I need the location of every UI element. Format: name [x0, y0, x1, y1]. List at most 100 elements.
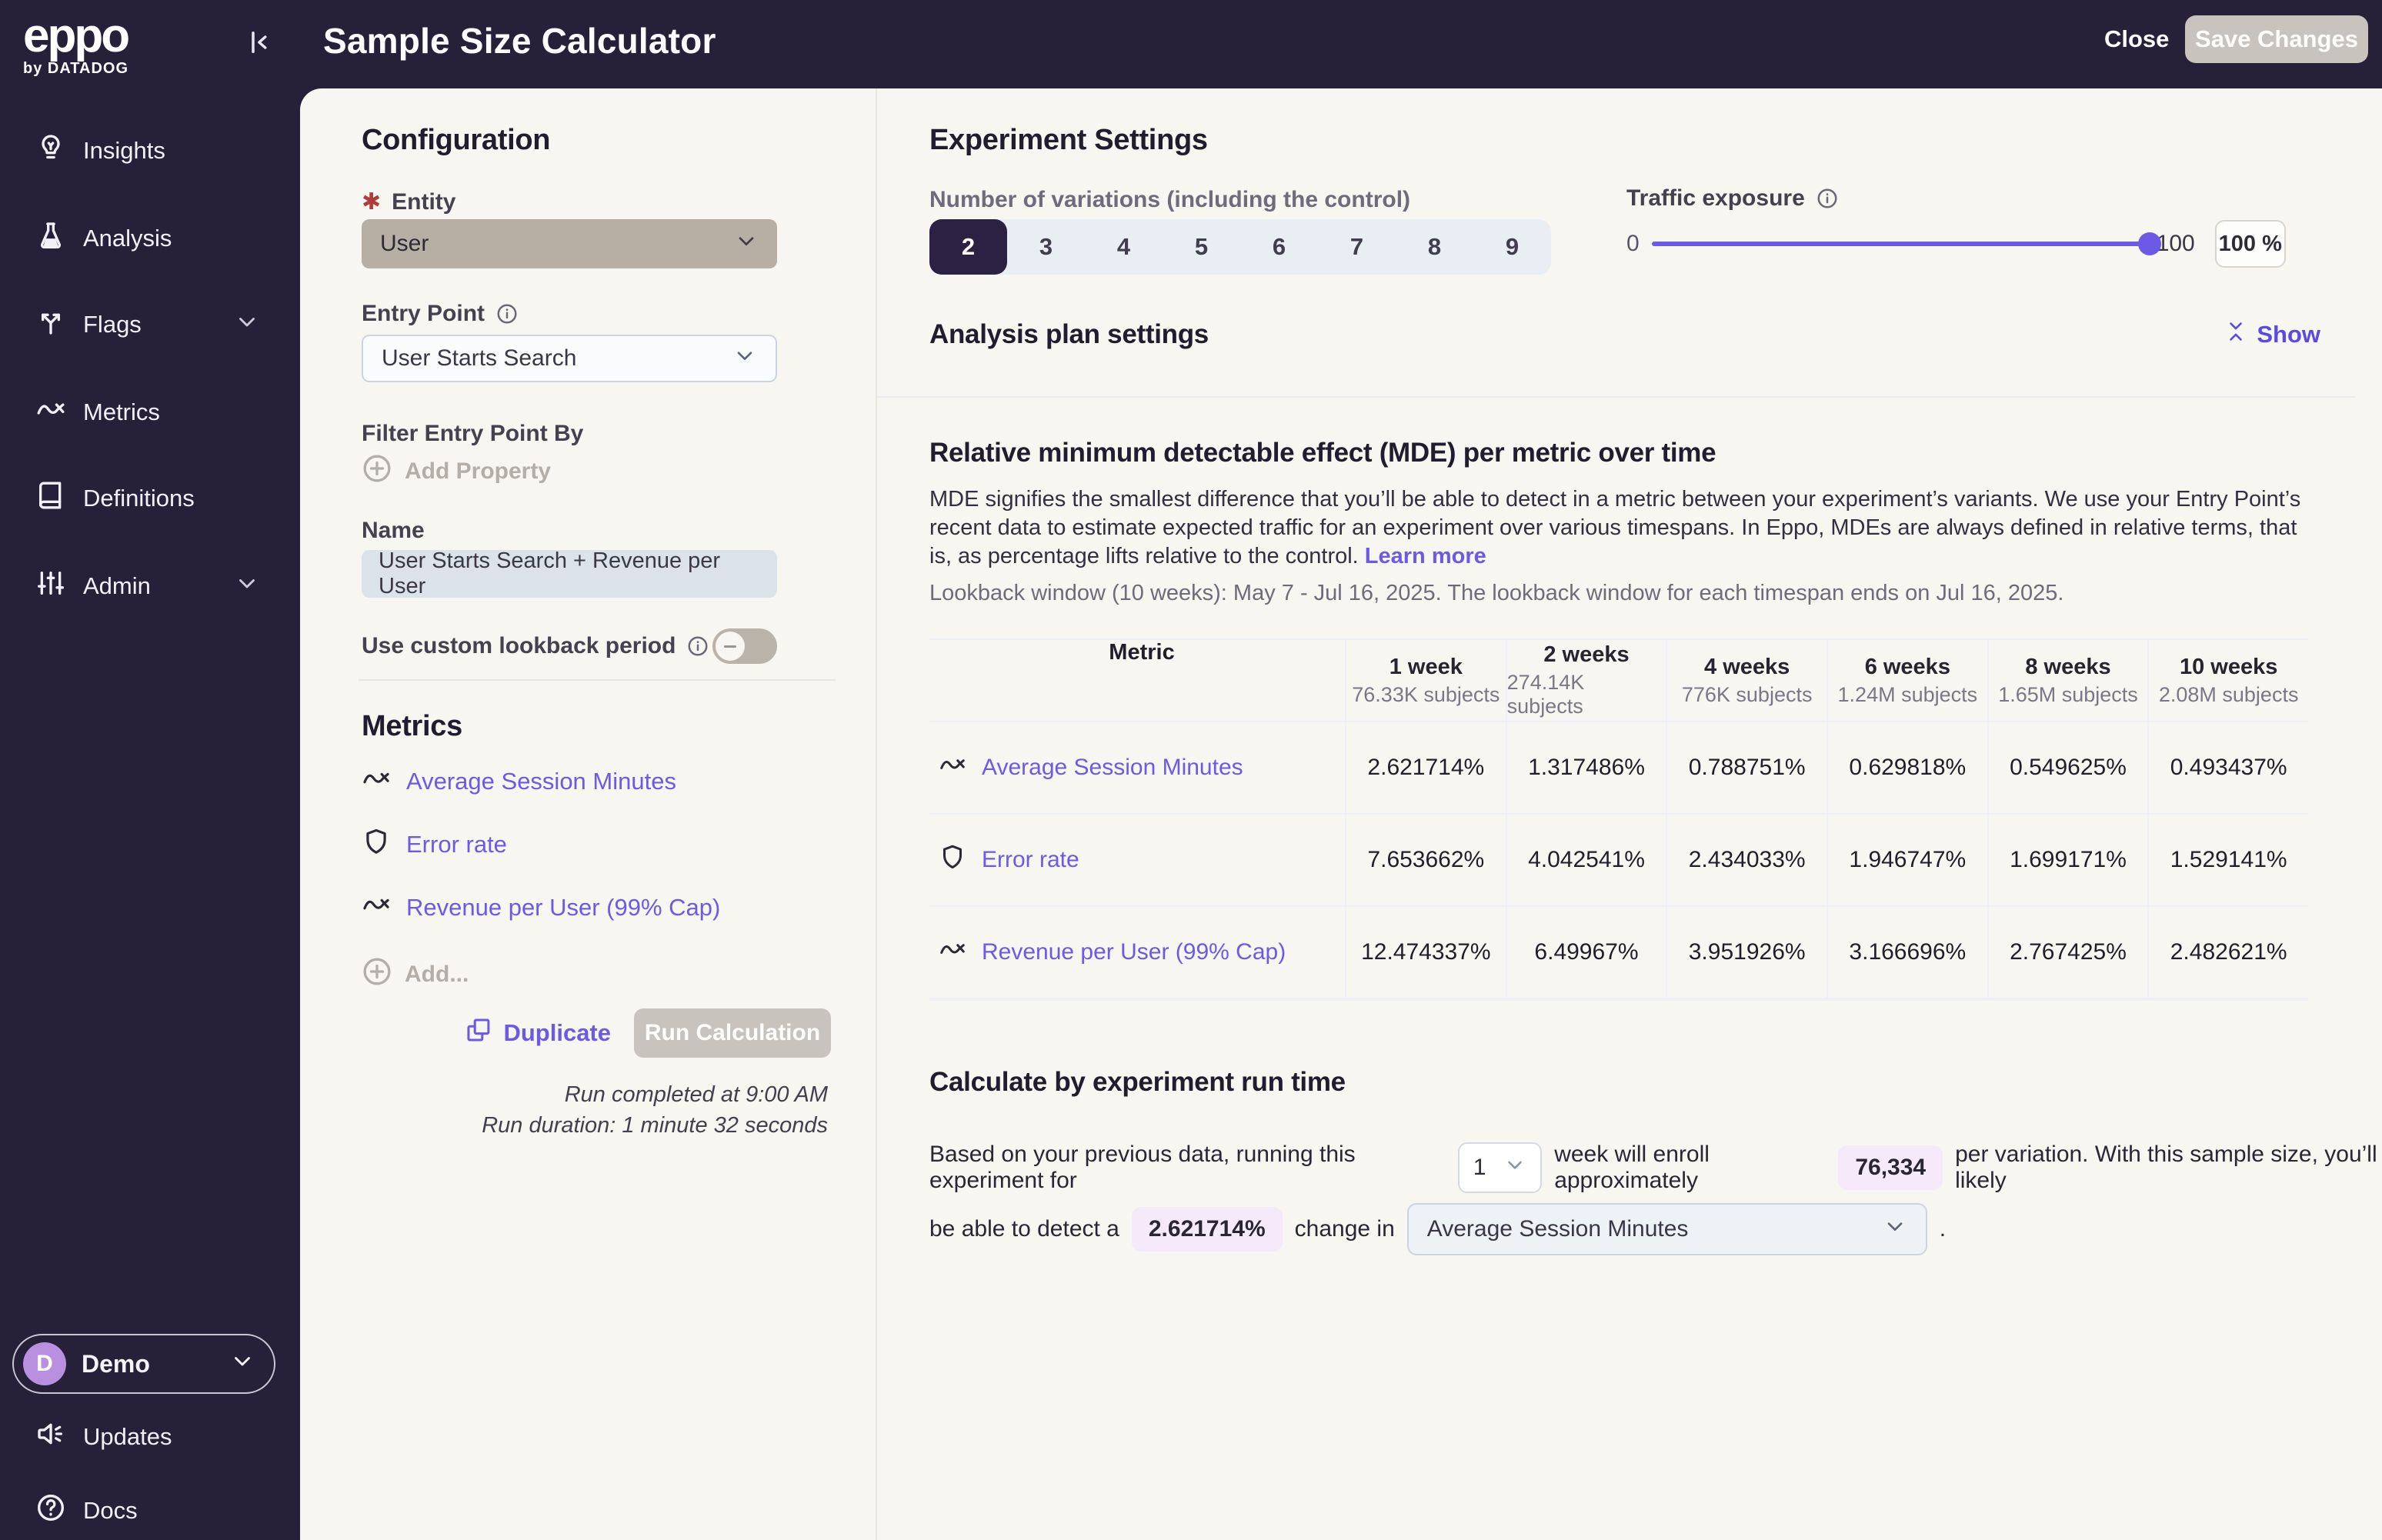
toggle-knob — [716, 632, 745, 661]
variation-option-2[interactable]: 2 — [929, 219, 1007, 275]
metric-link-average-session-minutes[interactable]: Average Session Minutes — [939, 751, 1243, 785]
entry-point-select[interactable]: User Starts Search — [362, 335, 777, 382]
slider-max-label: 100 — [2157, 231, 2195, 257]
enrollment-badge: 76,334 — [1838, 1145, 1943, 1190]
sidebar-item-metrics[interactable]: Metrics — [0, 388, 300, 437]
table-cell: 0.788751% — [1666, 722, 1827, 815]
info-icon[interactable] — [1816, 187, 1839, 210]
traffic-slider-row: 0 100 100 % — [1626, 219, 2286, 268]
chevron-down-icon — [229, 1348, 255, 1380]
metric-wave-icon — [362, 764, 391, 799]
calc-text: week will enroll approximately — [1554, 1142, 1826, 1194]
metric-select[interactable]: Average Session Minutes — [1407, 1203, 1927, 1255]
calc-text: . — [1940, 1216, 1946, 1242]
metric-wave-icon — [362, 890, 391, 925]
table-cell: 12.474337% — [1345, 907, 1506, 999]
variation-option-4[interactable]: 4 — [1085, 219, 1163, 275]
calc-text: per variation. With this sample size, yo… — [1955, 1142, 2382, 1194]
variation-option-8[interactable]: 8 — [1396, 219, 1473, 275]
sidebar-item-label: Metrics — [83, 398, 160, 426]
analysis-plan-row: Analysis plan settings Show — [929, 319, 2320, 350]
sidebar-item-admin[interactable]: Admin — [0, 562, 300, 611]
name-input[interactable]: User Starts Search + Revenue per User — [362, 550, 777, 598]
weeks-select[interactable]: 1 — [1458, 1142, 1542, 1193]
table-header-metric: Metric — [929, 640, 1345, 722]
lookback-toggle[interactable] — [712, 628, 777, 664]
variation-option-5[interactable]: 5 — [1163, 219, 1240, 275]
learn-more-link[interactable]: Learn more — [1365, 544, 1486, 568]
table-cell: 2.434033% — [1666, 815, 1827, 907]
chevron-down-icon — [732, 343, 757, 374]
config-divider — [359, 679, 836, 681]
table-cell: 3.951926% — [1666, 907, 1827, 999]
shield-icon — [362, 827, 391, 862]
mde-badge: 2.621714% — [1132, 1207, 1283, 1252]
run-calculation-button[interactable]: Run Calculation — [634, 1008, 831, 1058]
lookback-note: Lookback window (10 weeks): May 7 - Jul … — [929, 581, 2063, 606]
add-metric-button[interactable]: Add... — [362, 956, 469, 993]
variation-option-3[interactable]: 3 — [1007, 219, 1085, 275]
experiment-settings-title: Experiment Settings — [929, 124, 1208, 157]
entry-point-value: User Starts Search — [382, 345, 576, 372]
metric-item-average-session-minutes[interactable]: Average Session Minutes — [362, 764, 676, 799]
close-button[interactable]: Close — [2104, 25, 2169, 53]
lookback-label: Use custom lookback period — [362, 633, 709, 659]
sidebar-item-insights[interactable]: Insights — [0, 126, 300, 175]
add-property-button[interactable]: Add Property — [362, 453, 551, 490]
sliders-icon — [35, 568, 66, 605]
book-icon — [35, 480, 66, 517]
metric-item-revenue-per-user[interactable]: Revenue per User (99% Cap) — [362, 890, 720, 925]
required-asterisk: ✱ — [362, 188, 381, 215]
chevron-down-icon — [234, 570, 260, 602]
sidebar-item-label: Flags — [83, 311, 142, 338]
save-changes-button[interactable]: Save Changes — [2185, 15, 2368, 63]
duplicate-button[interactable]: Duplicate — [465, 1016, 611, 1050]
calc-title: Calculate by experiment run time — [929, 1067, 1346, 1098]
configuration-title: Configuration — [362, 124, 550, 157]
table-cell: 6.49967% — [1506, 907, 1666, 999]
metric-link-error-rate[interactable]: Error rate — [939, 843, 1079, 877]
table-cell: 7.653662% — [1345, 815, 1506, 907]
table-row-metric: Error rate — [929, 815, 1345, 907]
sidebar-item-updates[interactable]: Updates — [35, 1418, 172, 1455]
table-cell: 1.317486% — [1506, 722, 1666, 815]
name-value: User Starts Search + Revenue per User — [379, 548, 760, 599]
sidebar-item-analysis[interactable]: Analysis — [0, 214, 300, 263]
filter-entry-point-label: Filter Entry Point By — [362, 421, 583, 447]
variation-option-7[interactable]: 7 — [1318, 219, 1396, 275]
sidebar-item-docs[interactable]: Docs — [35, 1492, 138, 1529]
lookback-row: Use custom lookback period — [362, 628, 777, 664]
variations-label: Number of variations (including the cont… — [929, 187, 1410, 213]
workspace-name: Demo — [82, 1350, 150, 1378]
sidebar-item-flags[interactable]: Flags — [0, 300, 300, 349]
traffic-slider-track[interactable] — [1652, 242, 2157, 246]
chevron-down-icon — [234, 308, 260, 341]
shield-icon — [939, 843, 966, 877]
table-cell: 1.699171% — [1987, 815, 2148, 907]
table-header-week: 8 weeks1.65M subjects — [1987, 640, 2148, 722]
calc-text: change in — [1295, 1216, 1395, 1242]
table-cell: 0.629818% — [1827, 722, 1987, 815]
metric-link-revenue-per-user[interactable]: Revenue per User (99% Cap) — [939, 935, 1286, 969]
traffic-slider-handle[interactable] — [2138, 232, 2161, 255]
sidebar-item-definitions[interactable]: Definitions — [0, 474, 300, 523]
sidebar-collapse-button[interactable] — [240, 25, 277, 62]
info-icon[interactable] — [686, 635, 709, 658]
table-header-week: 2 weeks274.14K subjects — [1506, 640, 1666, 722]
entity-select[interactable]: User — [362, 219, 777, 268]
info-icon[interactable] — [495, 302, 519, 325]
table-cell: 1.946747% — [1827, 815, 1987, 907]
workspace-avatar: D — [23, 1342, 66, 1385]
variation-option-6[interactable]: 6 — [1240, 219, 1318, 275]
table-cell: 2.621714% — [1345, 722, 1506, 815]
workspace-switcher[interactable]: D Demo — [12, 1334, 275, 1394]
analysis-plan-show-button[interactable]: Show — [2226, 320, 2320, 349]
name-label: Name — [362, 518, 425, 544]
metric-item-error-rate[interactable]: Error rate — [362, 827, 507, 862]
traffic-percent-input[interactable]: 100 % — [2215, 220, 2286, 268]
table-header-week: 1 week76.33K subjects — [1345, 640, 1506, 722]
table-cell: 0.493437% — [2147, 722, 2308, 815]
table-cell: 4.042541% — [1506, 815, 1666, 907]
variation-option-9[interactable]: 9 — [1473, 219, 1551, 275]
table-header-week: 10 weeks2.08M subjects — [2147, 640, 2308, 722]
